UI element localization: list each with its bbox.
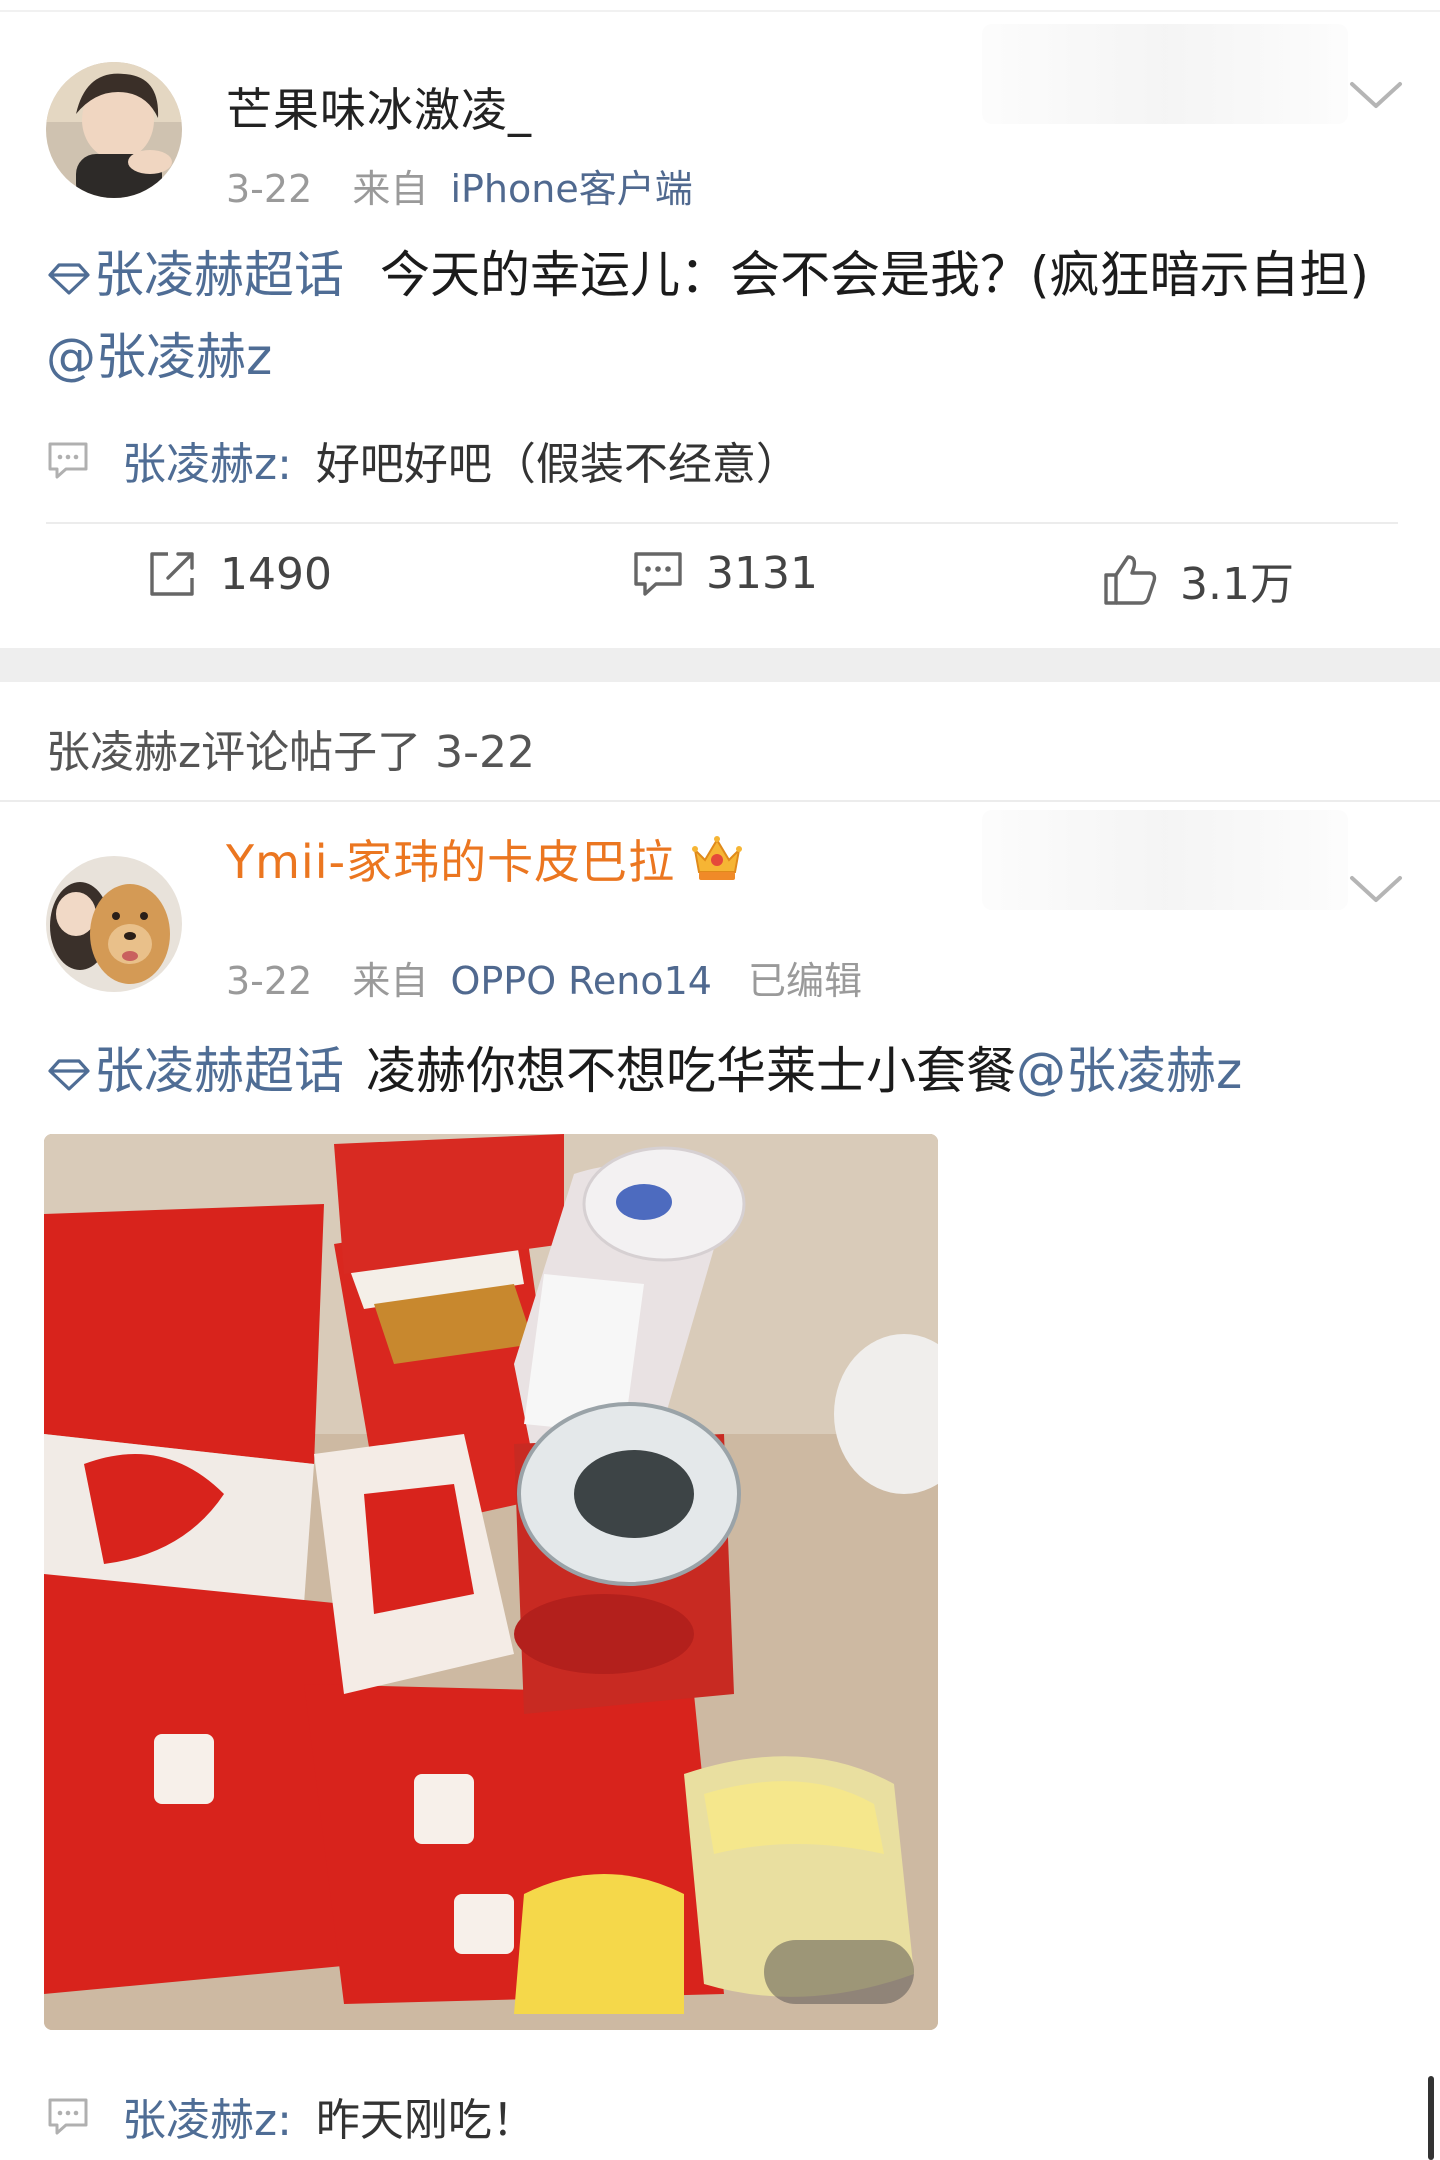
comment-count: 3131 — [706, 548, 818, 599]
post-date: 3-22 — [226, 167, 313, 211]
like-button[interactable]: 3.1万 — [1102, 548, 1294, 612]
notice-text: 张凌赫z评论帖子了 3-22 — [46, 727, 535, 778]
crown-icon — [692, 836, 743, 880]
post-content: 张凌赫超话 凌赫你想不想吃华莱士小套餐@张凌赫z — [46, 1030, 1406, 1112]
featured-comment[interactable]: 张凌赫z: 好吧好吧（假装不经意） — [46, 428, 800, 492]
comment-author[interactable]: 张凌赫z: — [122, 2084, 292, 2148]
divider — [46, 522, 1398, 524]
comment-author[interactable]: 张凌赫z: — [122, 428, 292, 492]
comment-bubble-icon — [634, 551, 682, 596]
featured-comment[interactable]: 张凌赫z: 昨天刚吃！ — [46, 2084, 536, 2148]
chevron-down-icon[interactable] — [1348, 872, 1404, 906]
blurred-area — [982, 24, 1348, 124]
comment-bubble-icon — [48, 442, 88, 479]
repost-icon — [150, 552, 194, 596]
comment-notice[interactable]: 张凌赫z评论帖子了 3-22 — [0, 682, 1440, 802]
repost-button[interactable]: 1490 — [146, 548, 332, 600]
topic-diamond-icon — [48, 1059, 90, 1091]
post-text: 凌赫你想不想吃华莱士小套餐 — [366, 1042, 1016, 1100]
post-meta: 3-22 来自 iPhone客户端 — [226, 158, 693, 213]
repost-count: 1490 — [220, 548, 332, 600]
post-username[interactable]: Ymii-家玮的卡皮巴拉 — [226, 826, 745, 892]
blurred-area — [982, 810, 1348, 910]
like-icon — [1104, 555, 1157, 605]
comment-bubble-icon — [48, 2098, 88, 2135]
like-count: 3.1万 — [1180, 559, 1294, 610]
post-content: 张凌赫超话 今天的幸运儿：会不会是我？(疯狂暗示自担) @张凌赫z — [46, 234, 1406, 398]
section-gap — [0, 648, 1440, 682]
post-source[interactable]: OPPO Reno14 — [450, 959, 712, 1003]
from-label: 来自 — [352, 167, 429, 211]
topic-diamond-icon — [48, 263, 90, 295]
comment-text: 好吧好吧（假装不经意） — [315, 439, 800, 490]
post-source[interactable]: iPhone客户端 — [450, 167, 692, 211]
mention-link[interactable]: @张凌赫z — [46, 328, 272, 386]
comment-text: 昨天刚吃！ — [315, 2095, 536, 2146]
topic-link[interactable]: 张凌赫超话 — [46, 246, 344, 304]
topic-label: 张凌赫超话 — [94, 246, 344, 304]
post-date: 3-22 — [226, 959, 313, 1003]
post-meta: 3-22 来自 OPPO Reno14 已编辑 — [226, 950, 862, 1005]
post-username-text: Ymii-家玮的卡皮巴拉 — [226, 835, 676, 889]
chevron-down-icon[interactable] — [1348, 78, 1404, 112]
top-divider — [0, 10, 1440, 12]
comment-button[interactable]: 3131 — [632, 548, 818, 599]
post-card-1: 芒果味冰激凌_ 3-22 来自 iPhone客户端 张凌赫超话 今天的幸运儿：会不… — [0, 0, 1440, 648]
post-text: 今天的幸运儿：会不会是我？(疯狂暗示自担) — [380, 246, 1370, 304]
from-label: 来自 — [352, 959, 429, 1003]
scrollbar[interactable] — [1428, 2076, 1434, 2160]
post-username[interactable]: 芒果味冰激凌_ — [226, 74, 532, 140]
avatar[interactable] — [46, 856, 182, 992]
mention-link[interactable]: @张凌赫z — [1016, 1042, 1242, 1100]
topic-label: 张凌赫超话 — [94, 1042, 344, 1100]
edited-label: 已编辑 — [748, 959, 863, 1003]
post-card-2: Ymii-家玮的卡皮巴拉 3-22 来自 OPPO Reno14 已编辑 张凌赫… — [0, 802, 1440, 2160]
post-photo[interactable] — [44, 1134, 938, 2030]
avatar[interactable] — [46, 62, 182, 198]
topic-link[interactable]: 张凌赫超话 — [46, 1042, 344, 1100]
